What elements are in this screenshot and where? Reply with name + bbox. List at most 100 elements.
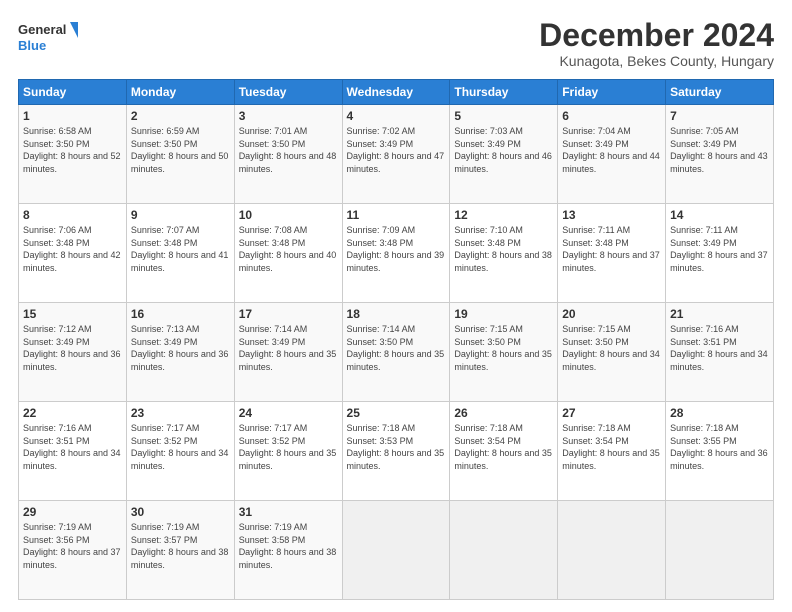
day-number: 27 — [562, 406, 661, 420]
col-sunday: Sunday — [19, 80, 127, 105]
day-number: 18 — [347, 307, 446, 321]
day-number: 30 — [131, 505, 230, 519]
table-row: 10 Sunrise: 7:08 AMSunset: 3:48 PMDaylig… — [234, 204, 342, 303]
table-row: 12 Sunrise: 7:10 AMSunset: 3:48 PMDaylig… — [450, 204, 558, 303]
day-info: Sunrise: 7:11 AMSunset: 3:49 PMDaylight:… — [670, 225, 768, 273]
table-row: 8 Sunrise: 7:06 AMSunset: 3:48 PMDayligh… — [19, 204, 127, 303]
day-number: 17 — [239, 307, 338, 321]
table-row: 1 Sunrise: 6:58 AMSunset: 3:50 PMDayligh… — [19, 105, 127, 204]
table-row: 17 Sunrise: 7:14 AMSunset: 3:49 PMDaylig… — [234, 303, 342, 402]
day-info: Sunrise: 7:16 AMSunset: 3:51 PMDaylight:… — [23, 423, 121, 471]
logo-svg: General Blue — [18, 18, 78, 54]
col-wednesday: Wednesday — [342, 80, 450, 105]
table-row: 2 Sunrise: 6:59 AMSunset: 3:50 PMDayligh… — [126, 105, 234, 204]
day-info: Sunrise: 7:02 AMSunset: 3:49 PMDaylight:… — [347, 126, 445, 174]
day-number: 29 — [23, 505, 122, 519]
day-number: 25 — [347, 406, 446, 420]
day-number: 19 — [454, 307, 553, 321]
day-info: Sunrise: 7:07 AMSunset: 3:48 PMDaylight:… — [131, 225, 229, 273]
day-info: Sunrise: 7:06 AMSunset: 3:48 PMDaylight:… — [23, 225, 121, 273]
table-row: 27 Sunrise: 7:18 AMSunset: 3:54 PMDaylig… — [558, 402, 666, 501]
page: General Blue December 2024 Kunagota, Bek… — [0, 0, 792, 612]
header: General Blue December 2024 Kunagota, Bek… — [18, 18, 774, 69]
table-row: 29 Sunrise: 7:19 AMSunset: 3:56 PMDaylig… — [19, 501, 127, 600]
day-info: Sunrise: 7:11 AMSunset: 3:48 PMDaylight:… — [562, 225, 660, 273]
day-number: 4 — [347, 109, 446, 123]
day-number: 11 — [347, 208, 446, 222]
calendar-week-4: 22 Sunrise: 7:16 AMSunset: 3:51 PMDaylig… — [19, 402, 774, 501]
day-info: Sunrise: 7:08 AMSunset: 3:48 PMDaylight:… — [239, 225, 337, 273]
day-info: Sunrise: 7:10 AMSunset: 3:48 PMDaylight:… — [454, 225, 552, 273]
calendar-week-3: 15 Sunrise: 7:12 AMSunset: 3:49 PMDaylig… — [19, 303, 774, 402]
day-number: 1 — [23, 109, 122, 123]
table-row: 23 Sunrise: 7:17 AMSunset: 3:52 PMDaylig… — [126, 402, 234, 501]
day-info: Sunrise: 7:15 AMSunset: 3:50 PMDaylight:… — [562, 324, 660, 372]
table-row — [666, 501, 774, 600]
day-info: Sunrise: 7:01 AMSunset: 3:50 PMDaylight:… — [239, 126, 337, 174]
calendar-week-1: 1 Sunrise: 6:58 AMSunset: 3:50 PMDayligh… — [19, 105, 774, 204]
day-number: 22 — [23, 406, 122, 420]
day-info: Sunrise: 7:18 AMSunset: 3:54 PMDaylight:… — [454, 423, 552, 471]
day-info: Sunrise: 7:19 AMSunset: 3:56 PMDaylight:… — [23, 522, 121, 570]
day-info: Sunrise: 7:17 AMSunset: 3:52 PMDaylight:… — [239, 423, 337, 471]
day-number: 23 — [131, 406, 230, 420]
table-row: 26 Sunrise: 7:18 AMSunset: 3:54 PMDaylig… — [450, 402, 558, 501]
table-row: 28 Sunrise: 7:18 AMSunset: 3:55 PMDaylig… — [666, 402, 774, 501]
day-number: 5 — [454, 109, 553, 123]
day-info: Sunrise: 7:17 AMSunset: 3:52 PMDaylight:… — [131, 423, 229, 471]
day-info: Sunrise: 7:14 AMSunset: 3:50 PMDaylight:… — [347, 324, 445, 372]
table-row: 13 Sunrise: 7:11 AMSunset: 3:48 PMDaylig… — [558, 204, 666, 303]
day-info: Sunrise: 7:03 AMSunset: 3:49 PMDaylight:… — [454, 126, 552, 174]
calendar-header-row: Sunday Monday Tuesday Wednesday Thursday… — [19, 80, 774, 105]
subtitle: Kunagota, Bekes County, Hungary — [539, 53, 774, 69]
title-block: December 2024 Kunagota, Bekes County, Hu… — [539, 18, 774, 69]
day-number: 15 — [23, 307, 122, 321]
table-row: 11 Sunrise: 7:09 AMSunset: 3:48 PMDaylig… — [342, 204, 450, 303]
day-number: 6 — [562, 109, 661, 123]
table-row: 3 Sunrise: 7:01 AMSunset: 3:50 PMDayligh… — [234, 105, 342, 204]
table-row: 7 Sunrise: 7:05 AMSunset: 3:49 PMDayligh… — [666, 105, 774, 204]
table-row — [450, 501, 558, 600]
table-row: 30 Sunrise: 7:19 AMSunset: 3:57 PMDaylig… — [126, 501, 234, 600]
svg-text:Blue: Blue — [18, 38, 46, 53]
day-number: 7 — [670, 109, 769, 123]
day-info: Sunrise: 7:15 AMSunset: 3:50 PMDaylight:… — [454, 324, 552, 372]
logo: General Blue — [18, 18, 78, 54]
day-number: 16 — [131, 307, 230, 321]
table-row: 25 Sunrise: 7:18 AMSunset: 3:53 PMDaylig… — [342, 402, 450, 501]
day-number: 14 — [670, 208, 769, 222]
day-info: Sunrise: 7:18 AMSunset: 3:53 PMDaylight:… — [347, 423, 445, 471]
day-number: 13 — [562, 208, 661, 222]
table-row: 20 Sunrise: 7:15 AMSunset: 3:50 PMDaylig… — [558, 303, 666, 402]
table-row: 19 Sunrise: 7:15 AMSunset: 3:50 PMDaylig… — [450, 303, 558, 402]
day-number: 24 — [239, 406, 338, 420]
day-number: 9 — [131, 208, 230, 222]
table-row: 5 Sunrise: 7:03 AMSunset: 3:49 PMDayligh… — [450, 105, 558, 204]
day-number: 20 — [562, 307, 661, 321]
col-saturday: Saturday — [666, 80, 774, 105]
day-number: 10 — [239, 208, 338, 222]
day-info: Sunrise: 7:05 AMSunset: 3:49 PMDaylight:… — [670, 126, 768, 174]
day-number: 31 — [239, 505, 338, 519]
day-number: 28 — [670, 406, 769, 420]
table-row: 22 Sunrise: 7:16 AMSunset: 3:51 PMDaylig… — [19, 402, 127, 501]
table-row: 4 Sunrise: 7:02 AMSunset: 3:49 PMDayligh… — [342, 105, 450, 204]
day-number: 2 — [131, 109, 230, 123]
day-info: Sunrise: 7:14 AMSunset: 3:49 PMDaylight:… — [239, 324, 337, 372]
calendar-week-2: 8 Sunrise: 7:06 AMSunset: 3:48 PMDayligh… — [19, 204, 774, 303]
day-info: Sunrise: 7:04 AMSunset: 3:49 PMDaylight:… — [562, 126, 660, 174]
table-row: 18 Sunrise: 7:14 AMSunset: 3:50 PMDaylig… — [342, 303, 450, 402]
day-number: 8 — [23, 208, 122, 222]
table-row: 6 Sunrise: 7:04 AMSunset: 3:49 PMDayligh… — [558, 105, 666, 204]
day-info: Sunrise: 7:18 AMSunset: 3:55 PMDaylight:… — [670, 423, 768, 471]
table-row: 21 Sunrise: 7:16 AMSunset: 3:51 PMDaylig… — [666, 303, 774, 402]
day-number: 3 — [239, 109, 338, 123]
col-thursday: Thursday — [450, 80, 558, 105]
day-number: 12 — [454, 208, 553, 222]
day-info: Sunrise: 7:09 AMSunset: 3:48 PMDaylight:… — [347, 225, 445, 273]
calendar-week-5: 29 Sunrise: 7:19 AMSunset: 3:56 PMDaylig… — [19, 501, 774, 600]
svg-text:General: General — [18, 22, 66, 37]
calendar-table: Sunday Monday Tuesday Wednesday Thursday… — [18, 79, 774, 600]
col-monday: Monday — [126, 80, 234, 105]
table-row: 15 Sunrise: 7:12 AMSunset: 3:49 PMDaylig… — [19, 303, 127, 402]
